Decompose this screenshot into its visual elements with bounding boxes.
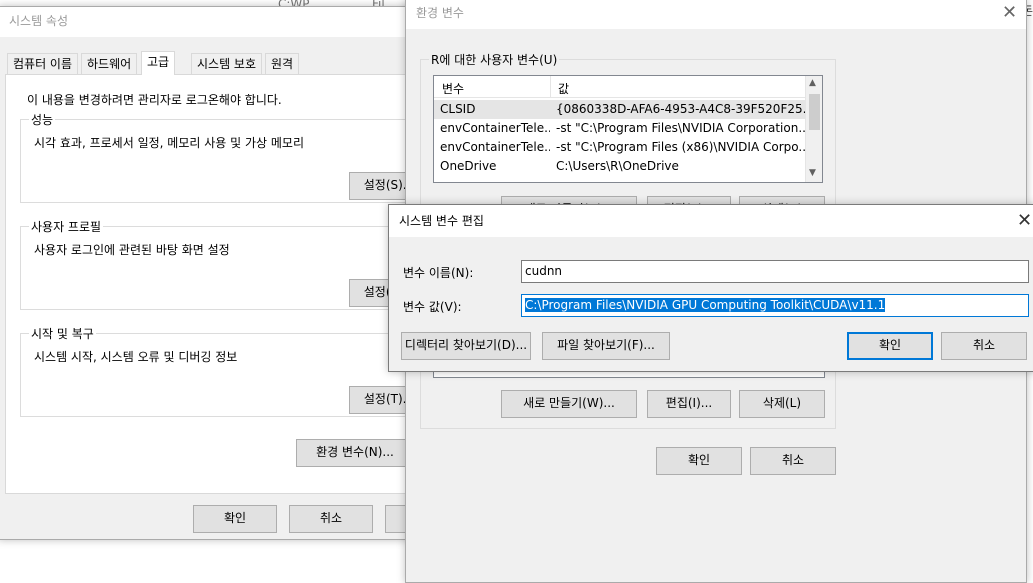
variable-name-field[interactable]: cudnn (521, 260, 1029, 283)
environment-variables-button[interactable]: 환경 변수(N)... (296, 439, 414, 467)
user-profiles-desc: 사용자 로그인에 관련된 바탕 화면 설정 (34, 243, 230, 257)
close-icon[interactable]: ✕ (1017, 212, 1032, 230)
variable-value-field[interactable]: C:\Program Files\NVIDIA GPU Computing To… (521, 294, 1029, 317)
tab-content-panel: 이 내용을 변경하려면 관리자로 로그온해야 합니다. 성능 시각 효과, 프로… (5, 74, 429, 494)
user-variables-label: R에 대한 사용자 변수(U) (429, 51, 560, 68)
user-variables-list[interactable]: 변수 값 CLSID {0860338D-AFA6-4953-A4C8-39F5… (433, 75, 823, 183)
system-delete-button[interactable]: 삭제(L) (739, 390, 825, 418)
list-header: 변수 값 (434, 76, 805, 98)
table-row[interactable]: CLSID {0860338D-AFA6-4953-A4C8-39F520F25… (434, 100, 806, 119)
system-edit-button[interactable]: 편집(I)... (647, 390, 731, 418)
row-name: envContainerTele... (440, 121, 550, 135)
scroll-thumb[interactable] (809, 94, 820, 130)
column-header-value[interactable]: 값 (558, 80, 758, 97)
tab-hardware[interactable]: 하드웨어 (81, 53, 138, 74)
performance-label: 성능 (29, 111, 56, 128)
scroll-up-icon[interactable]: ▲ (809, 78, 816, 88)
variable-name-label: 변수 이름(N): (403, 266, 474, 280)
close-icon[interactable]: ✕ (1002, 4, 1017, 22)
edit-dialog-ok-button[interactable]: 확인 (847, 332, 933, 360)
edit-dialog-cancel-button[interactable]: 취소 (941, 332, 1027, 360)
system-properties-window: 시스템 속성 컴퓨터 이름 하드웨어 고급 시스템 보호 원격 이 내용을 변경… (0, 6, 469, 540)
table-row[interactable]: envContainerTele... -st "C:\Program File… (434, 119, 806, 138)
row-name: OneDrive (440, 159, 497, 173)
edit-system-variable-dialog: 시스템 변수 편집 ✕ 변수 이름(N): cudnn 변수 값(V): C:\… (388, 204, 1033, 372)
env-vars-title: 환경 변수 (416, 6, 464, 20)
selected-value-text: C:\Program Files\NVIDIA GPU Computing To… (525, 298, 886, 312)
row-value: -st "C:\Program Files (x86)\NVIDIA Corpo… (556, 140, 806, 154)
row-name: CLSID (440, 102, 476, 116)
admin-note: 이 내용을 변경하려면 관리자로 로그온해야 합니다. (27, 93, 282, 107)
column-divider (550, 76, 551, 98)
env-vars-cancel-button[interactable]: 취소 (750, 447, 836, 475)
tab-system-protection[interactable]: 시스템 보호 (191, 53, 263, 74)
row-value: {0860338D-AFA6-4953-A4C8-39F520F25... (556, 102, 806, 116)
table-row[interactable]: envContainerTele... -st "C:\Program File… (434, 138, 806, 157)
row-name: envContainerTele... (440, 140, 550, 154)
env-vars-ok-button[interactable]: 확인 (656, 447, 742, 475)
env-vars-titlebar[interactable]: 환경 변수 (406, 0, 1026, 29)
performance-desc: 시각 효과, 프로세서 일정, 메모리 사용 및 가상 메모리 (34, 136, 304, 150)
system-properties-titlebar[interactable]: 시스템 속성 (0, 7, 419, 37)
edit-dialog-title: 시스템 변수 편집 (399, 214, 484, 228)
system-new-button[interactable]: 새로 만들기(W)... (501, 390, 637, 418)
performance-group: 성능 시각 효과, 프로세서 일정, 메모리 사용 및 가상 메모리 설정(S)… (20, 111, 429, 203)
user-profiles-group: 사용자 프로필 사용자 로그인에 관련된 바탕 화면 설정 설정(E)... (20, 218, 429, 310)
system-properties-cancel-button[interactable]: 취소 (289, 505, 373, 533)
row-value: C:\Users\R\OneDrive (556, 159, 679, 173)
scroll-down-icon[interactable]: ▼ (809, 168, 816, 178)
tab-remote[interactable]: 원격 (265, 53, 300, 74)
user-profiles-label: 사용자 프로필 (29, 218, 104, 235)
browse-directory-button[interactable]: 디렉터리 찾아보기(D)... (401, 332, 531, 360)
tab-advanced[interactable]: 고급 (141, 51, 176, 75)
row-value: -st "C:\Program Files\NVIDIA Corporation… (556, 121, 806, 135)
column-header-variable[interactable]: 변수 (442, 80, 542, 97)
startup-recovery-desc: 시스템 시작, 시스템 오류 및 디버깅 정보 (34, 350, 238, 364)
window-title: 시스템 속성 (9, 14, 69, 28)
browse-file-button[interactable]: 파일 찾아보기(F)... (542, 332, 670, 360)
startup-recovery-label: 시작 및 복구 (29, 325, 96, 342)
table-row[interactable]: OneDrive C:\Users\R\OneDrive (434, 157, 805, 176)
system-properties-ok-button[interactable]: 확인 (193, 505, 277, 533)
startup-recovery-group: 시작 및 복구 시스템 시작, 시스템 오류 및 디버깅 정보 설정(T)... (20, 325, 429, 417)
vertical-scrollbar[interactable]: ▲ ▼ (805, 76, 822, 182)
tab-computer-name[interactable]: 컴퓨터 이름 (7, 53, 79, 74)
edit-dialog-titlebar[interactable]: 시스템 변수 편집 (389, 205, 1033, 237)
variable-value-label: 변수 값(V): (403, 300, 462, 314)
